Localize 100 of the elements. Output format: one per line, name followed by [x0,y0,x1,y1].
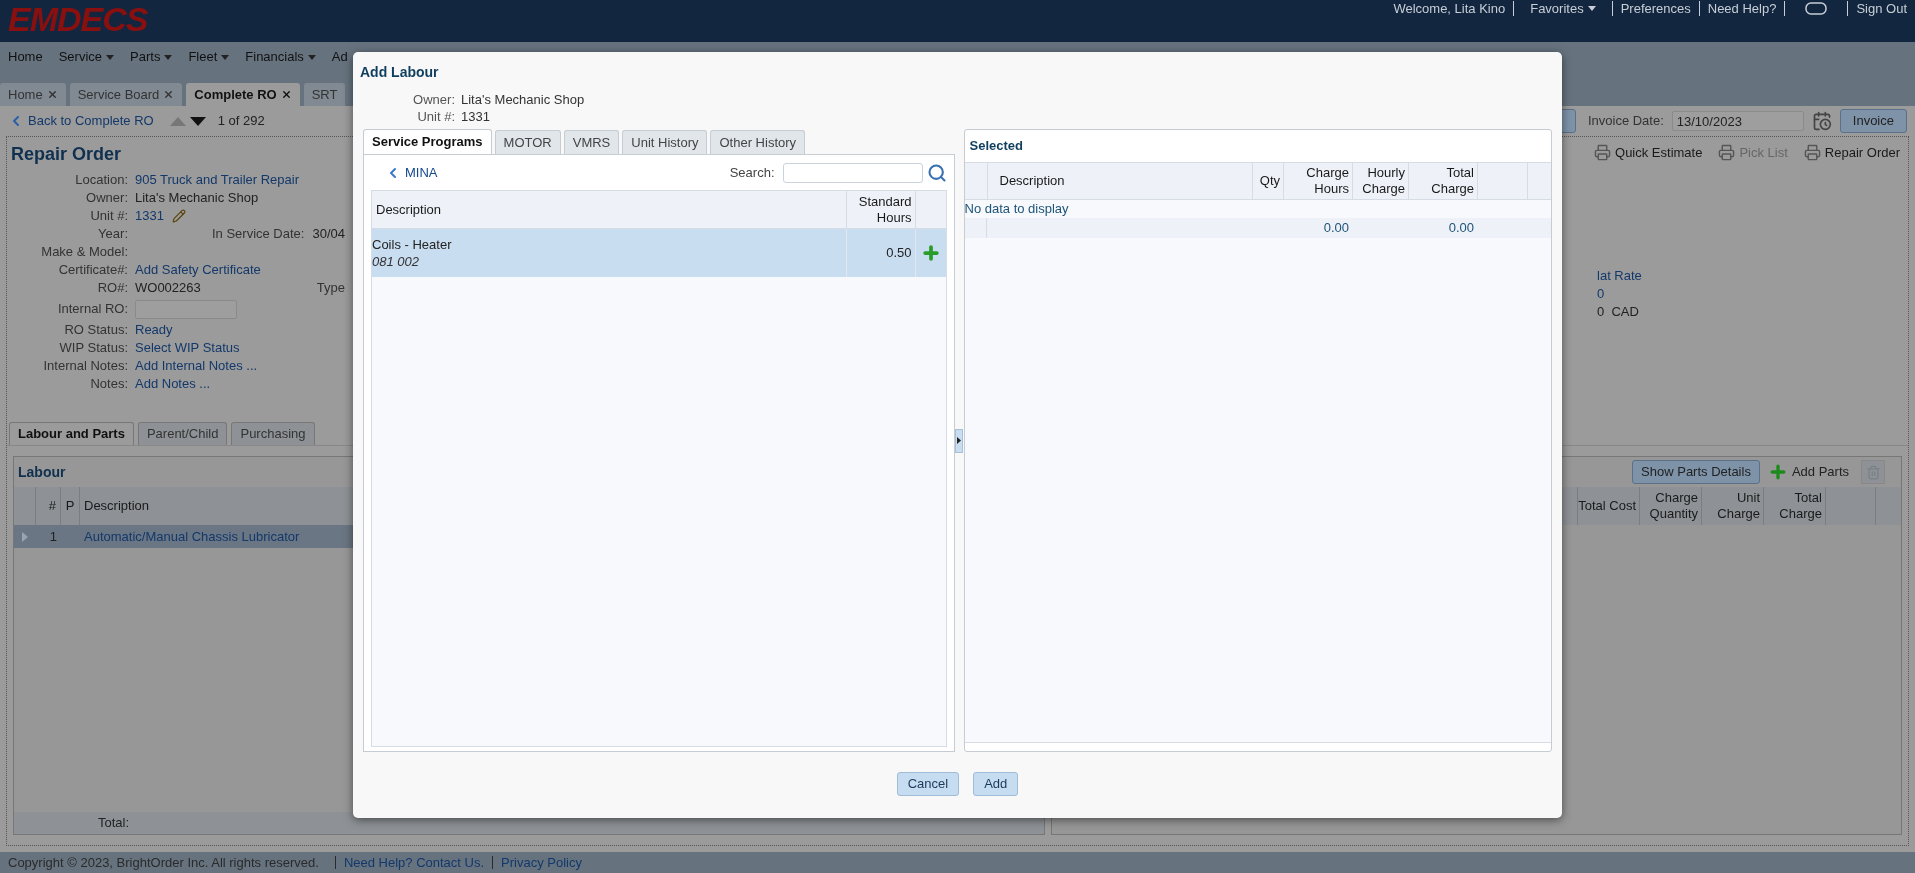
field-label: RO#: [96,279,129,298]
back-link[interactable]: Back to Complete RO [8,111,154,131]
dialog-button[interactable]: Add [973,772,1019,796]
detail-tab[interactable]: Purchasing [231,422,315,445]
show-parts-details-button[interactable]: Show Parts Details [1632,460,1760,484]
close-icon[interactable] [46,89,58,100]
field-label: Notes: [89,375,129,394]
dialog-button[interactable]: Cancel [896,772,960,796]
dialog-tab[interactable]: Service Programs [363,129,492,154]
invoice-date-field[interactable]: 13/10/2023 [1671,111,1804,131]
program-row[interactable]: Coils - Heater 081 002 0.50 [372,229,946,277]
row-number: 1 [48,527,58,546]
print-button[interactable]: Quick Estimate [1594,143,1703,163]
field-value: Lita's Mechanic Shop [135,189,259,208]
field-link[interactable]: 905 Truck and Trailer Repair [135,170,300,190]
footer-link[interactable]: Need Help? Contact Us. [343,852,485,873]
field-label: Certificate#: [57,261,129,280]
invoice-button[interactable]: Invoice [1839,109,1907,133]
field-label: Make & Model: [40,243,129,262]
standard-hours: 0.50 [845,229,915,277]
column-header: Hourly Charge [1352,163,1408,199]
calendar-icon[interactable] [1811,111,1832,131]
chat-icon[interactable] [1805,2,1828,15]
field-value: 30/04 [312,225,345,244]
detail-tab[interactable]: Parent/Child [137,422,228,445]
panel-title: Selected [968,137,1024,156]
field-link[interactable]: Select WIP Status [135,338,240,358]
field-link[interactable]: Ready [135,320,173,340]
field-link[interactable]: Add Internal Notes ... [135,356,258,376]
section-title: Repair Order [11,143,123,166]
panel-title: Labour [18,462,66,482]
menu-item[interactable]: Parts [130,47,173,67]
field-label: RO Status: [63,321,129,340]
info-value: Lita's Mechanic Shop [461,91,585,108]
info-label: Owner: [412,91,456,108]
rate-link[interactable]: 0 [1597,284,1642,303]
labour-description[interactable]: Automatic/Manual Chassis Lubricator [80,526,300,547]
record-position: 1 of 292 [217,112,265,131]
close-icon[interactable] [280,89,292,100]
field-label: Internal Notes: [42,357,129,376]
column-header: Description [986,163,1252,199]
column-header: Charge Hours [1283,163,1352,199]
field-label: Unit #: [89,207,129,226]
caret-icon [1587,6,1596,11]
column-header: Charge Quantity [1639,487,1701,525]
field-link[interactable]: Add Notes ... [135,374,211,394]
collapse-toggle[interactable] [954,428,963,453]
add-parts-button[interactable]: Add Parts [1767,462,1849,482]
dialog-tab[interactable]: MOTOR [494,130,561,154]
header-link[interactable]: Sign Out [1856,0,1907,19]
menu-item[interactable]: Service [58,47,115,67]
page-tab[interactable]: Home [0,83,66,106]
back-link[interactable]: MINA [385,162,438,183]
field-label: Internal RO: [56,300,129,319]
column-header: Description [83,497,150,516]
dialog-tab[interactable]: Unit History [622,130,708,154]
info-value: 1331 [461,108,490,125]
add-icon[interactable] [920,243,941,263]
total-charge-total: 0.00 [1447,219,1475,237]
menu-item[interactable]: Fleet [188,47,230,67]
menu-item[interactable]: Ad [331,47,348,67]
column-header: Total Charge [1763,487,1825,525]
field-link[interactable]: 1331 [135,206,164,226]
expand-icon[interactable] [22,531,28,542]
program-name: Coils - Heater [372,236,453,253]
charge-hours-total: 0.00 [1322,219,1350,237]
rate-value: 0 CAD [1597,302,1640,321]
column-header: Standard Hours [845,191,915,228]
printer-icon [1718,144,1736,162]
search-icon[interactable] [926,162,947,183]
field-label: Year: [97,225,129,244]
search-field[interactable] [782,162,923,183]
page-tab[interactable]: Complete RO [186,83,300,106]
welcome-text: Welcome, Lita Kino [1393,0,1506,18]
page-tab[interactable]: Service Board [69,83,183,106]
column-header: Total Charge [1408,163,1477,199]
close-icon[interactable] [163,89,175,100]
printer-icon [1594,144,1612,162]
rate-link[interactable]: lat Rate [1597,266,1642,285]
program-code: 081 002 [372,253,420,270]
field-label: WIP Status: [58,339,129,358]
copyright-text: Copyright © 2023, BrightOrder Inc. All rights reserved. [8,853,319,872]
field-value: WO002263 [135,279,201,298]
total-label: Total: [97,814,130,833]
menu-item[interactable]: Home [8,47,43,67]
print-button[interactable]: Repair Order [1803,143,1900,163]
favorites-menu[interactable]: Favorites [1522,0,1604,19]
pencil-icon[interactable] [171,209,186,223]
menu-item[interactable]: Financials [245,47,316,67]
field-link[interactable]: Add Safety Certificate [135,260,261,280]
page-tab[interactable]: SRT [303,83,346,106]
header-link[interactable]: Preferences [1620,0,1691,19]
dialog-tab[interactable]: VMRS [563,130,620,154]
dialog-tab[interactable]: Other History [710,130,806,154]
field-label: In Service Date: [211,225,305,244]
footer-link[interactable]: Privacy Policy [501,852,582,873]
detail-tab[interactable]: Labour and Parts [9,422,134,445]
header-link[interactable]: Need Help? [1707,0,1777,19]
next-arrow-icon[interactable] [189,116,206,126]
invoice-date-label: Invoice Date: [1587,112,1664,131]
